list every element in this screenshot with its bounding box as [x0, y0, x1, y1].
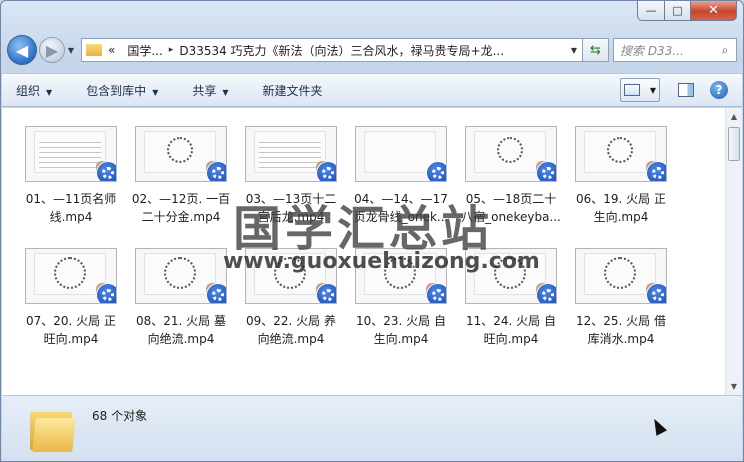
folder-icon [86, 44, 102, 56]
caption-buttons: — □ ✕ [637, 1, 737, 21]
recent-pages-button[interactable]: ▼ [65, 46, 77, 55]
scroll-up-icon[interactable]: ▲ [726, 108, 742, 125]
new-folder-button[interactable]: 新建文件夹 [263, 82, 323, 99]
file-item[interactable]: 08、21. 火局 墓向绝流.mp4 [126, 248, 236, 348]
file-item[interactable]: 12、25. 火局 借库消水.mp4 [566, 248, 676, 348]
video-thumbnail [25, 126, 117, 182]
file-name: 01、—11页名师线.mp4 [25, 192, 117, 224]
watermark-url: www.guoxuehuizong.com [223, 249, 540, 274]
video-thumbnail [465, 126, 557, 182]
navigation-bar: ◀ ▶ ▼ « 国学... ▸ D33534 巧克力《新法（向法）三合风水，禄马… [7, 33, 737, 67]
file-name: 08、21. 火局 墓向绝流.mp4 [136, 314, 226, 346]
video-thumbnail [575, 126, 667, 182]
video-player-icon [96, 161, 116, 181]
chevron-down-icon: ▼ [222, 87, 229, 97]
forward-button[interactable]: ▶ [39, 37, 65, 63]
video-player-icon [316, 161, 336, 181]
chevron-down-icon: ▼ [649, 85, 656, 95]
back-button[interactable]: ◀ [7, 35, 37, 65]
video-player-icon [426, 283, 446, 303]
video-player-icon [536, 161, 556, 181]
item-count: 68 个对象 [92, 409, 148, 423]
arrow-left-icon: ◀ [15, 40, 29, 60]
video-player-icon [96, 283, 116, 303]
mouse-cursor-icon [648, 416, 668, 436]
video-player-icon [536, 283, 556, 303]
video-player-icon [206, 161, 226, 181]
close-button[interactable]: ✕ [691, 1, 737, 21]
file-item[interactable]: 06、19. 火局 正生向.mp4 [566, 126, 676, 226]
breadcrumb-parent[interactable]: 国学... [127, 42, 162, 59]
video-thumbnail [245, 126, 337, 182]
address-dropdown-icon[interactable]: ▼ [566, 46, 582, 55]
address-bar[interactable]: « 国学... ▸ D33534 巧克力《新法（向法）三合风水，禄马贵专局+龙.… [81, 38, 583, 62]
breadcrumb-separator[interactable]: ▸ [169, 45, 174, 55]
share-menu[interactable]: 共享 ▼ [192, 82, 228, 99]
minimize-button[interactable]: — [637, 1, 665, 21]
search-input[interactable]: 搜索 D33... [620, 42, 714, 59]
file-item[interactable]: 01、—11页名师线.mp4 [16, 126, 126, 226]
breadcrumb-prefix[interactable]: « [108, 43, 115, 57]
file-name: 09、22. 火局 养向绝流.mp4 [246, 314, 336, 346]
details-pane: 68 个对象 [2, 395, 742, 461]
video-player-icon [206, 283, 226, 303]
video-player-icon [646, 161, 666, 181]
explorer-window: — □ ✕ ◀ ▶ ▼ « 国学... ▸ D33534 巧克力《新法（向法）三… [0, 0, 744, 462]
video-player-icon [646, 283, 666, 303]
file-name: 02、—12页. 一百二十分金.mp4 [131, 192, 231, 224]
scrollbar-thumb[interactable] [728, 127, 740, 161]
file-name: 07、20. 火局 正旺向.mp4 [26, 314, 116, 346]
video-thumbnail [25, 248, 117, 304]
refresh-button[interactable]: ⇆ [583, 38, 609, 62]
preview-pane-button[interactable] [678, 83, 694, 97]
video-player-icon [316, 283, 336, 303]
help-icon[interactable]: ? [710, 81, 728, 99]
folder-icon [30, 408, 76, 452]
file-item[interactable]: 07、20. 火局 正旺向.mp4 [16, 248, 126, 348]
file-name: 11、24. 火局 自旺向.mp4 [466, 314, 556, 346]
whiteboard-image [364, 131, 436, 173]
video-thumbnail [575, 248, 667, 304]
vertical-scrollbar[interactable]: ▲ ▼ [725, 108, 742, 395]
file-item[interactable]: 02、—12页. 一百二十分金.mp4 [126, 126, 236, 226]
view-controls: ▼ ? [620, 78, 728, 102]
video-thumbnail [135, 248, 227, 304]
arrow-right-icon: ▶ [45, 40, 59, 60]
file-name: 10、23. 火局 自生向.mp4 [356, 314, 446, 346]
video-thumbnail [135, 126, 227, 182]
chevron-down-icon: ▼ [67, 45, 75, 55]
scroll-down-icon[interactable]: ▼ [726, 378, 742, 395]
chevron-down-icon: ▼ [46, 87, 53, 97]
search-icon[interactable]: ⌕ [714, 43, 736, 58]
chevron-down-icon: ▼ [152, 87, 159, 97]
refresh-icon: ⇆ [590, 42, 601, 58]
view-icon [624, 84, 640, 96]
command-bar: 组织 ▼ 包含到库中 ▼ 共享 ▼ 新建文件夹 ▼ ? [2, 73, 742, 107]
search-box[interactable]: 搜索 D33... ⌕ [613, 38, 737, 62]
breadcrumb-current[interactable]: D33534 巧克力《新法（向法）三合风水，禄马贵专局+龙... [179, 42, 504, 59]
video-thumbnail [355, 126, 447, 182]
organize-menu[interactable]: 组织 ▼ [16, 82, 52, 99]
video-player-icon [426, 161, 446, 181]
include-in-library-menu[interactable]: 包含到库中 ▼ [86, 82, 158, 99]
maximize-button[interactable]: □ [665, 1, 691, 21]
file-name: 06、19. 火局 正生向.mp4 [576, 192, 666, 224]
change-view-button[interactable]: ▼ [620, 78, 660, 102]
file-name: 12、25. 火局 借库消水.mp4 [576, 314, 666, 346]
